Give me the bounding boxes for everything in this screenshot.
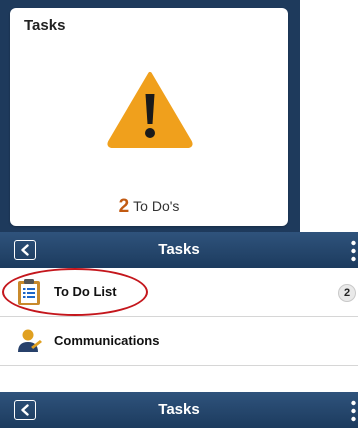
- kebab-icon[interactable]: [351, 240, 356, 262]
- tile-frame: Tasks 2 To Do's: [0, 0, 300, 232]
- count-badge: 2: [338, 284, 356, 302]
- clipboard-list-icon: [18, 279, 40, 305]
- todo-count: 2: [118, 196, 130, 217]
- warning-icon: [107, 72, 193, 148]
- list-item-todo-list[interactable]: To Do List 2: [0, 268, 358, 317]
- todo-count-label: To Do's: [133, 198, 180, 214]
- tile-title: Tasks: [24, 17, 66, 34]
- header-bar-secondary: Tasks: [0, 392, 358, 428]
- page: Tasks 2 To Do's Tasks To Do List 2 Commu…: [0, 0, 358, 428]
- tile-count-row: 2 To Do's: [10, 196, 288, 218]
- header-bar: Tasks: [0, 232, 358, 268]
- list-item-communications[interactable]: Communications: [0, 317, 358, 366]
- kebab-icon[interactable]: [351, 400, 356, 422]
- list-item-label: To Do List: [54, 284, 117, 299]
- header-title: Tasks: [158, 241, 200, 258]
- header-title: Tasks: [158, 401, 200, 418]
- tasks-tile[interactable]: Tasks 2 To Do's: [10, 8, 288, 226]
- list-item-label: Communications: [54, 333, 160, 348]
- user-message-icon: [18, 329, 42, 352]
